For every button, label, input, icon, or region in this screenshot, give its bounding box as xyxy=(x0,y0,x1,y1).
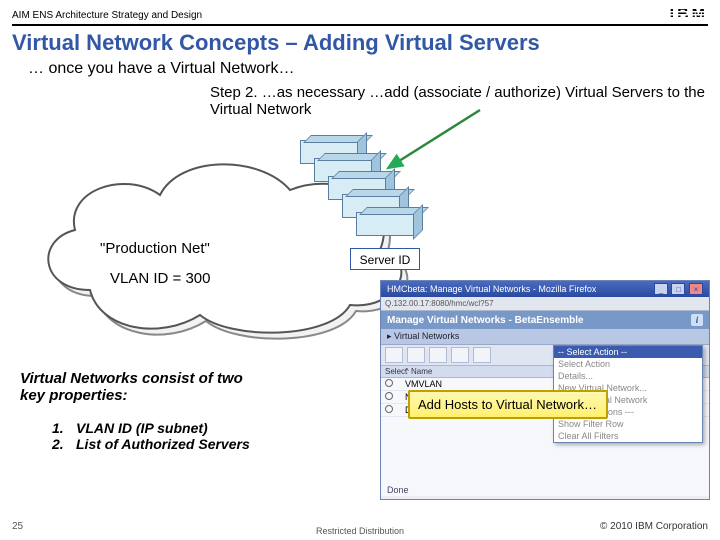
toolbar-button[interactable] xyxy=(385,347,403,363)
properties-list: 1.VLAN ID (IP subnet) 2.List of Authoriz… xyxy=(52,420,250,452)
toolbar-button[interactable] xyxy=(429,347,447,363)
server-icon xyxy=(356,212,416,236)
ibm-logo: IBM xyxy=(670,6,708,24)
toolbar-button[interactable] xyxy=(451,347,469,363)
radio-icon[interactable] xyxy=(385,392,393,400)
close-icon[interactable]: × xyxy=(689,283,703,295)
dropdown-option[interactable]: Show Filter Row xyxy=(554,418,702,430)
radio-icon[interactable] xyxy=(385,405,393,413)
header-rule xyxy=(12,24,708,26)
dropdown-option[interactable]: Details... xyxy=(554,370,702,382)
subtitle-1: … once you have a Virtual Network… xyxy=(28,60,295,78)
done-label: Done xyxy=(387,485,409,495)
dropdown-option[interactable]: Clear All Filters xyxy=(554,430,702,442)
col-select: Select xyxy=(385,367,405,376)
info-icon[interactable]: i xyxy=(691,314,703,326)
header-left: AIM ENS Architecture Strategy and Design xyxy=(12,10,202,21)
col-name: ^ Name xyxy=(405,367,432,376)
page-title: Virtual Network Concepts – Adding Virtua… xyxy=(12,30,540,56)
browser-title: HMCbeta: Manage Virtual Networks - Mozil… xyxy=(387,284,596,294)
server-id-label: Server ID xyxy=(350,248,420,270)
list-item: 2.List of Authorized Servers xyxy=(52,436,250,452)
window-buttons: _ □ × xyxy=(653,283,703,295)
minimize-icon[interactable]: _ xyxy=(654,283,668,295)
toolbar-button[interactable] xyxy=(407,347,425,363)
browser-urlbar[interactable]: Q.132.00.17:8080/hmc/wcl?57 xyxy=(381,297,709,311)
cloud-name: "Production Net" xyxy=(100,240,210,257)
maximize-icon[interactable]: □ xyxy=(671,283,685,295)
arrow-icon xyxy=(380,108,500,188)
highlight-callout: Add Hosts to Virtual Network… xyxy=(408,390,608,419)
restricted-label: Restricted Distribution xyxy=(0,526,720,536)
dropdown-option[interactable]: Select Action xyxy=(554,358,702,370)
properties-heading: Virtual Networks consist of two key prop… xyxy=(20,370,270,404)
cloud-vlan: VLAN ID = 300 xyxy=(110,270,210,287)
dropdown-header[interactable]: -- Select Action -- xyxy=(554,346,702,358)
toolbar-button[interactable] xyxy=(473,347,491,363)
radio-icon[interactable] xyxy=(385,379,393,387)
browser-titlebar: HMCbeta: Manage Virtual Networks - Mozil… xyxy=(381,281,709,297)
panel-header: Manage Virtual Networks - BetaEnsemble i xyxy=(381,311,709,329)
list-item: 1.VLAN ID (IP subnet) xyxy=(52,420,250,436)
panel-title: Manage Virtual Networks - BetaEnsemble xyxy=(387,315,584,326)
section-label: ▸ Virtual Networks xyxy=(381,329,709,345)
